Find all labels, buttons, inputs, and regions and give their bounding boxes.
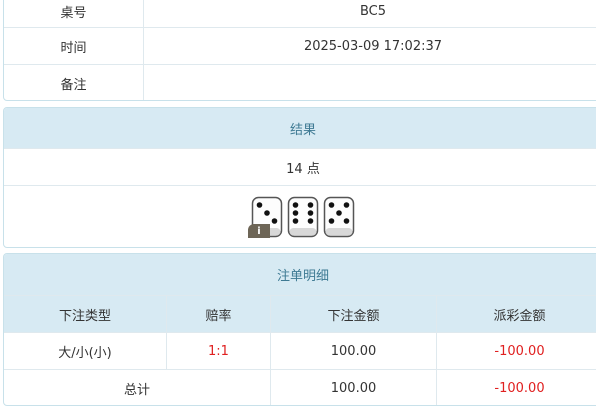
die-pip: [343, 217, 350, 224]
die-pip: [328, 201, 335, 208]
die-2-icon: [287, 196, 319, 237]
time-label: 时间: [4, 28, 144, 64]
bet-amount-cell: 100.00: [271, 333, 437, 369]
bet-table-header: 下注类型 赔率 下注金额 派彩金额: [4, 295, 596, 332]
dice-row: [4, 185, 596, 247]
total-amount: 100.00: [271, 370, 437, 405]
die-pip: [256, 201, 263, 208]
result-points: 14 点: [4, 148, 596, 185]
result-header: 结果: [4, 108, 596, 148]
bet-details-header: 注单明细: [4, 254, 596, 295]
die-pip: [292, 209, 299, 216]
time-row: 时间 2025-03-09 17:02:37: [4, 27, 596, 64]
round-info-panel: 桌号 BC5 时间 2025-03-09 17:02:37 备注: [3, 0, 596, 101]
table-row: 大/小(小) 1:1 100.00 -100.00: [4, 332, 596, 369]
table-number-label: 桌号: [4, 0, 144, 27]
time-value: 2025-03-09 17:02:37: [303, 38, 443, 54]
bet-details-panel: 注单明细 下注类型 赔率 下注金额 派彩金额 大/小(小) 1:1 100.00…: [3, 253, 596, 406]
die-pip: [292, 201, 299, 208]
total-payout: -100.00: [494, 380, 545, 396]
die-pip: [336, 209, 342, 216]
die-pip: [328, 217, 335, 224]
total-label: 总计: [4, 370, 271, 405]
die-pip: [271, 217, 278, 224]
die-pip: [343, 201, 350, 208]
remark-label: 备注: [4, 65, 144, 100]
remark-row: 备注: [4, 64, 596, 100]
col-bet-amount: 下注金额: [271, 296, 437, 332]
col-odds: 赔率: [167, 296, 271, 332]
die-pip: [307, 201, 314, 208]
die-pip: [307, 209, 314, 216]
bet-type-cell: 大/小(小): [4, 333, 167, 369]
col-payout: 派彩金额: [493, 308, 546, 324]
table-number-value: BC5: [359, 3, 387, 19]
remark-value: [144, 65, 596, 100]
die-3-icon: [323, 196, 355, 237]
payout-cell: -100.00: [494, 343, 545, 359]
die-pip: [307, 217, 314, 224]
die-pip: [264, 209, 270, 216]
info-icon[interactable]: i: [248, 224, 270, 238]
table-number-row: 桌号 BC5: [4, 0, 596, 27]
total-row: 总计 100.00 -100.00: [4, 369, 596, 405]
col-bet-type: 下注类型: [4, 296, 167, 332]
die-pip: [292, 217, 299, 224]
odds-cell: 1:1: [167, 333, 271, 369]
result-panel: 结果 14 点: [3, 107, 596, 248]
